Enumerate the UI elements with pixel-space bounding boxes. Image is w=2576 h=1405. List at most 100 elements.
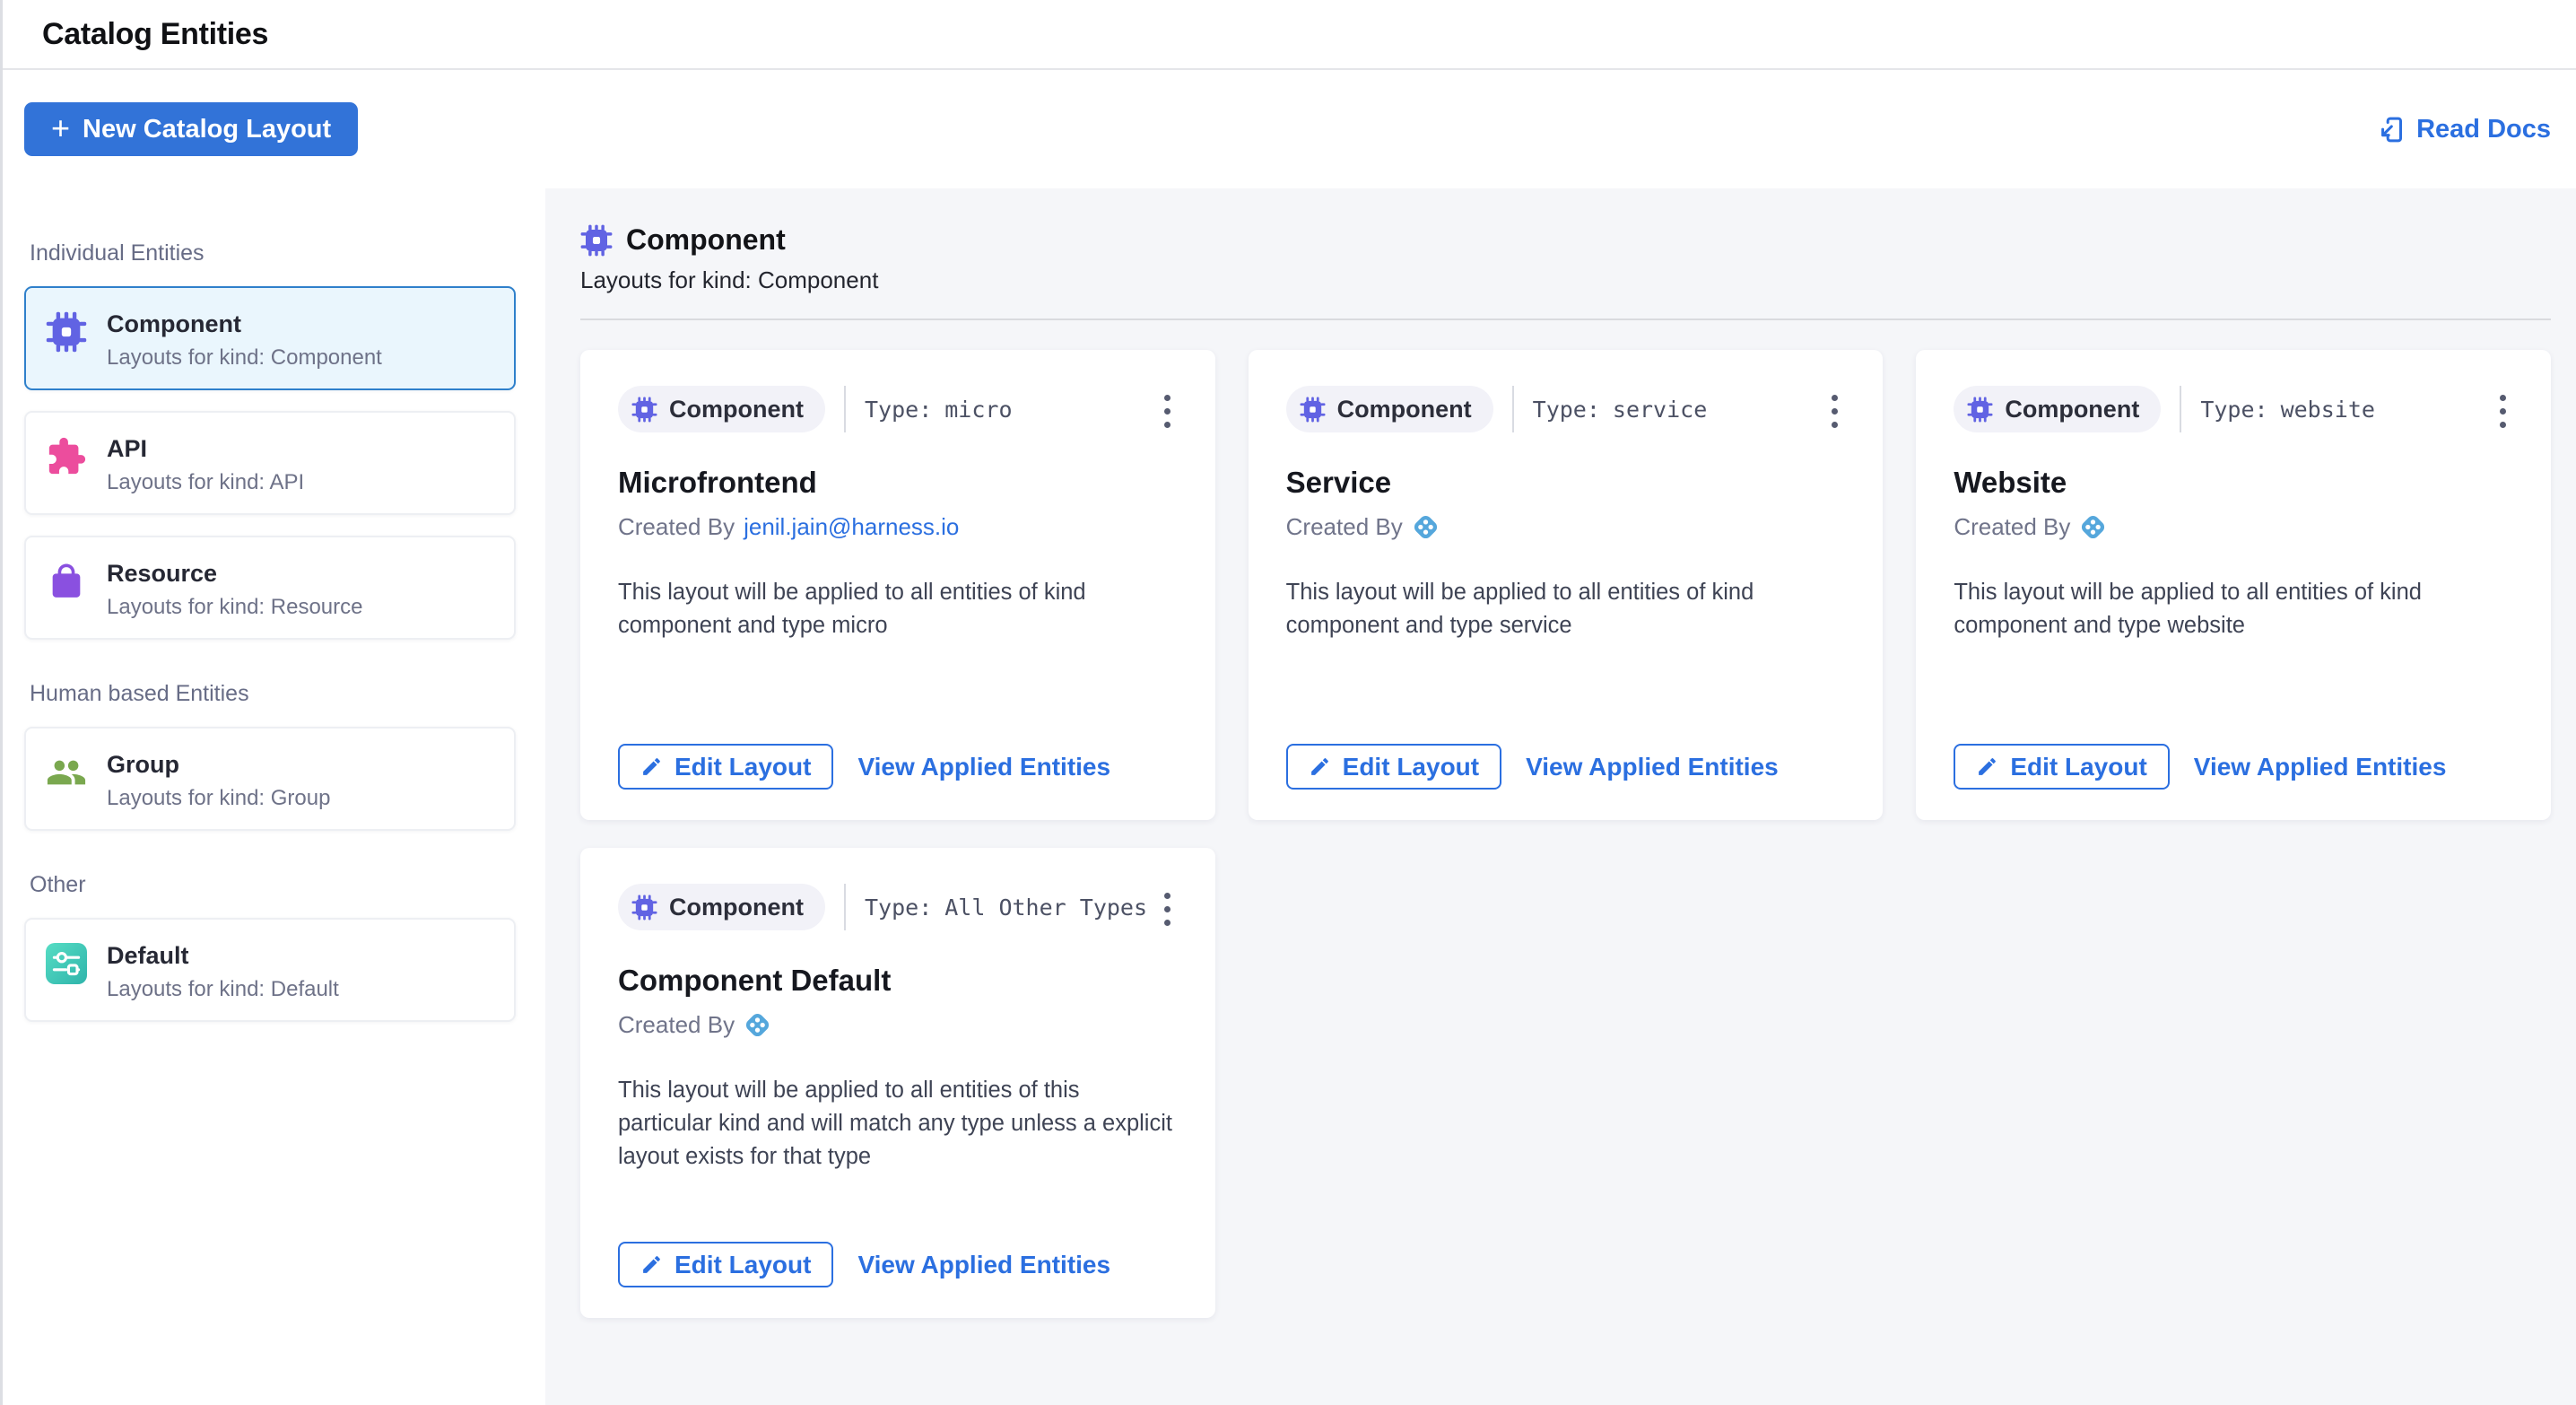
card-title: Service <box>1286 466 1848 500</box>
pencil-icon <box>640 1253 663 1276</box>
edit-layout-button[interactable]: Edit Layout <box>618 1242 833 1287</box>
sidebar-item-text: Resource Layouts for kind: Resource <box>107 560 362 620</box>
kebab-menu-icon[interactable] <box>1823 388 1847 435</box>
sidebar-item-subtitle: Layouts for kind: Default <box>107 977 339 1002</box>
sidebar-section-label: Other <box>30 872 516 898</box>
kind-badge-label: Component <box>669 396 804 423</box>
card-header: Component Type: service <box>1286 386 1848 435</box>
card-description: This layout will be applied to all entit… <box>618 576 1179 642</box>
type-key: Type: <box>865 397 932 423</box>
harness-logo-icon <box>744 1011 771 1039</box>
edit-layout-label: Edit Layout <box>1343 753 1479 781</box>
sidebar-item-text: API Layouts for kind: API <box>107 435 304 495</box>
sidebar-item-component[interactable]: Component Layouts for kind: Component <box>24 286 516 390</box>
card-title: Microfrontend <box>618 466 1179 500</box>
created-by-user-link[interactable]: jenil.jain@harness.io <box>744 513 959 541</box>
main-heading-row: Component <box>580 223 2551 257</box>
sidebar-item-subtitle: Layouts for kind: Resource <box>107 595 362 620</box>
kind-badge-label: Component <box>669 894 804 921</box>
main-heading-subtitle: Layouts for kind: Component <box>580 266 2551 294</box>
edit-layout-button[interactable]: Edit Layout <box>1286 744 1501 790</box>
layout-card-service: Component Type: service Service Created … <box>1249 350 1884 820</box>
read-docs-label: Read Docs <box>2416 115 2551 144</box>
page-header: Catalog Entities <box>3 0 2576 70</box>
component-chip-icon <box>631 397 657 423</box>
created-by-label: Created By <box>618 1011 735 1039</box>
page-title: Catalog Entities <box>42 17 268 52</box>
api-puzzle-icon <box>46 436 87 477</box>
view-applied-entities-link[interactable]: View Applied Entities <box>1526 753 1779 781</box>
component-chip-icon <box>580 224 613 257</box>
sidebar-item-title: Resource <box>107 560 362 588</box>
type-label: Type: service <box>1512 386 1708 432</box>
kebab-menu-icon[interactable] <box>2491 388 2515 435</box>
sidebar-item-title: Default <box>107 942 339 970</box>
card-meta: Component Type: micro <box>618 386 1013 432</box>
sidebar-item-resource[interactable]: Resource Layouts for kind: Resource <box>24 536 516 640</box>
created-by-label: Created By <box>618 513 735 541</box>
kebab-menu-icon[interactable] <box>1155 388 1179 435</box>
card-title: Website <box>1954 466 2515 500</box>
created-by-row: Created By <box>1954 513 2515 541</box>
sidebar-item-subtitle: Layouts for kind: Group <box>107 786 330 811</box>
read-docs-link[interactable]: Read Docs <box>2376 115 2551 144</box>
sidebar-item-group[interactable]: Group Layouts for kind: Group <box>24 727 516 831</box>
read-docs-external-icon <box>2376 115 2406 144</box>
card-meta: Component Type: website <box>1954 386 2375 432</box>
sidebar-item-text: Group Layouts for kind: Group <box>107 751 330 811</box>
layout-card-website: Component Type: website Website Created … <box>1916 350 2551 820</box>
kind-badge: Component <box>1954 386 2161 432</box>
group-people-icon <box>46 752 87 793</box>
edit-layout-button[interactable]: Edit Layout <box>1954 744 2169 790</box>
edit-layout-label: Edit Layout <box>2010 753 2146 781</box>
main-heading-title: Component <box>626 223 786 257</box>
card-footer: Edit Layout View Applied Entities <box>618 1242 1179 1287</box>
sidebar-item-default[interactable]: Default Layouts for kind: Default <box>24 918 516 1022</box>
card-description: This layout will be applied to all entit… <box>1954 576 2515 642</box>
sidebar-item-subtitle: Layouts for kind: Component <box>107 345 382 371</box>
sidebar: Individual Entities Component Layouts fo… <box>3 188 545 1405</box>
layout-card-microfrontend: Component Type: micro Microfrontend Crea… <box>580 350 1215 820</box>
card-header: Component Type: micro <box>618 386 1179 435</box>
main-panel: Component Layouts for kind: Component Co… <box>545 188 2576 1405</box>
type-key: Type: <box>2200 397 2267 423</box>
created-by-row: Created By <box>618 1011 1179 1039</box>
new-catalog-layout-button[interactable]: + New Catalog Layout <box>24 102 358 156</box>
card-footer: Edit Layout View Applied Entities <box>1286 744 1848 790</box>
harness-logo-icon <box>2079 513 2107 541</box>
layout-card-grid: Component Type: micro Microfrontend Crea… <box>580 350 2551 1318</box>
view-applied-entities-link[interactable]: View Applied Entities <box>857 1251 1110 1279</box>
card-meta: Component Type: All Other Types <box>618 884 1147 930</box>
sidebar-section-label: Individual Entities <box>30 240 516 266</box>
component-chip-icon <box>631 894 657 921</box>
component-chip-icon <box>46 311 87 353</box>
sidebar-item-title: API <box>107 435 304 463</box>
resource-bag-icon <box>46 561 87 602</box>
pencil-icon <box>640 755 663 778</box>
kind-badge: Component <box>618 386 825 432</box>
card-title: Component Default <box>618 964 1179 998</box>
kind-badge: Component <box>618 884 825 930</box>
card-header: Component Type: All Other Types <box>618 884 1179 933</box>
view-applied-entities-link[interactable]: View Applied Entities <box>2194 753 2447 781</box>
edit-layout-label: Edit Layout <box>674 753 811 781</box>
type-value: service <box>1613 397 1707 423</box>
sidebar-item-api[interactable]: API Layouts for kind: API <box>24 411 516 515</box>
card-description: This layout will be applied to all entit… <box>618 1074 1179 1174</box>
divider <box>580 319 2551 320</box>
kind-badge-label: Component <box>2005 396 2139 423</box>
sidebar-item-text: Component Layouts for kind: Component <box>107 310 382 371</box>
edit-layout-button[interactable]: Edit Layout <box>618 744 833 790</box>
default-layout-icon <box>46 943 87 984</box>
sidebar-item-title: Group <box>107 751 330 779</box>
card-description: This layout will be applied to all entit… <box>1286 576 1848 642</box>
sidebar-section-label: Human based Entities <box>30 681 516 707</box>
sidebar-item-subtitle: Layouts for kind: API <box>107 470 304 495</box>
component-chip-icon <box>1300 397 1326 423</box>
created-by-label: Created By <box>1954 513 2070 541</box>
type-label: Type: All Other Types <box>844 884 1147 930</box>
kebab-menu-icon[interactable] <box>1155 886 1179 933</box>
created-by-row: Created By <box>1286 513 1848 541</box>
plus-icon: + <box>51 112 70 144</box>
view-applied-entities-link[interactable]: View Applied Entities <box>857 753 1110 781</box>
